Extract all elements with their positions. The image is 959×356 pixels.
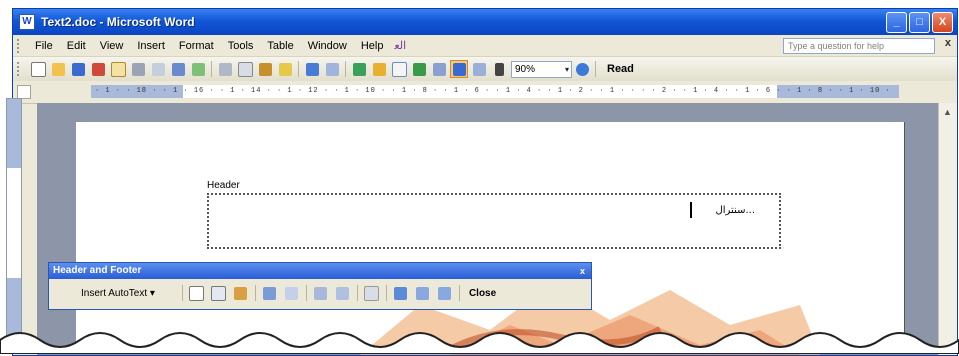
window-title: Text2.doc - Microsoft Word <box>41 15 195 29</box>
toolbar-separator <box>254 285 256 301</box>
permission-icon[interactable] <box>89 60 107 78</box>
tab-selector-icon[interactable] <box>17 85 31 99</box>
tables-borders-icon[interactable] <box>370 60 388 78</box>
research-icon[interactable] <box>189 60 207 78</box>
torn-edge-decoration <box>0 332 959 354</box>
scroll-up-icon[interactable]: ▲ <box>943 107 952 117</box>
minimize-button[interactable]: _ <box>886 12 907 33</box>
format-painter-icon[interactable] <box>276 60 294 78</box>
toolbar-separator <box>356 285 358 301</box>
show-hide-icon[interactable] <box>490 60 508 78</box>
menu-file[interactable]: File <box>28 40 60 52</box>
switch-header-footer-icon[interactable] <box>391 283 411 303</box>
save-icon[interactable] <box>69 60 87 78</box>
new-document-icon[interactable] <box>29 60 47 78</box>
document-close-icon[interactable]: x <box>945 37 951 49</box>
title-bar[interactable]: W Text2.doc - Microsoft Word _ □ X <box>13 9 957 35</box>
menu-table[interactable]: Table <box>260 40 300 52</box>
word-app-icon[interactable]: W <box>19 14 35 30</box>
spelling-icon[interactable] <box>169 60 187 78</box>
horizontal-ruler[interactable]: · 1 · · 18 · · 1 · 16 · · 1 · 14 · · 1 ·… <box>13 81 957 104</box>
undo-icon[interactable] <box>303 60 321 78</box>
close-header-footer-button[interactable]: Close <box>469 288 496 299</box>
toolbar-separator <box>181 285 183 301</box>
insert-excel-icon[interactable] <box>410 60 428 78</box>
redo-icon[interactable] <box>323 60 341 78</box>
toolbar-separator <box>305 285 307 301</box>
menu-arabic[interactable]: ﺍﻟﻌ <box>390 39 410 52</box>
cut-icon[interactable] <box>216 60 234 78</box>
email-icon[interactable] <box>109 60 127 78</box>
show-next-icon[interactable] <box>435 283 455 303</box>
insert-date-icon[interactable] <box>260 283 280 303</box>
chevron-down-icon[interactable]: ▾ <box>565 62 569 77</box>
show-hide-text-icon[interactable] <box>333 283 353 303</box>
insert-time-icon[interactable] <box>282 283 302 303</box>
copy-icon[interactable] <box>236 60 254 78</box>
toolbar-separator <box>345 61 346 77</box>
header-text[interactable]: ...سنترال <box>715 205 755 216</box>
menu-view[interactable]: View <box>93 40 131 52</box>
paste-icon[interactable] <box>256 60 274 78</box>
hyperlink-icon[interactable] <box>350 60 368 78</box>
format-page-number-icon[interactable] <box>231 283 251 303</box>
menu-tools[interactable]: Tools <box>221 40 261 52</box>
columns-icon[interactable] <box>430 60 448 78</box>
toolbar-close-icon[interactable]: x <box>580 263 585 279</box>
document-map-icon[interactable] <box>470 60 488 78</box>
header-area[interactable]: ...سنترال <box>207 193 781 249</box>
zoom-value: 90% <box>515 63 536 75</box>
text-cursor <box>690 202 692 218</box>
read-button[interactable]: Read <box>603 63 638 75</box>
insert-table-icon[interactable] <box>390 60 408 78</box>
header-label: Header <box>207 180 240 191</box>
header-footer-title: Header and Footer <box>53 265 142 276</box>
standard-toolbar: 90% ▾ Read <box>13 57 957 82</box>
help-icon[interactable] <box>573 60 591 78</box>
same-as-previous-icon[interactable] <box>362 283 382 303</box>
toolbar-separator <box>385 285 387 301</box>
toolbar-separator <box>211 61 212 77</box>
toolbar-separator <box>458 285 460 301</box>
menu-format[interactable]: Format <box>172 40 221 52</box>
header-footer-buttons: Insert AutoText ▾ Close <box>49 279 591 307</box>
menu-help[interactable]: Help <box>354 40 391 52</box>
toolbar-separator <box>298 61 299 77</box>
vertical-ruler-text-area <box>6 168 22 278</box>
insert-page-count-icon[interactable] <box>209 283 229 303</box>
header-footer-title-bar[interactable]: Header and Footer x <box>49 263 591 279</box>
toolbar-separator <box>595 61 596 77</box>
show-previous-icon[interactable] <box>413 283 433 303</box>
open-folder-icon[interactable] <box>49 60 67 78</box>
toolbar-grip[interactable] <box>17 62 22 76</box>
ruler-ticks: · 1 · · 18 · · 1 · 16 · · 1 · 14 · · 1 ·… <box>95 87 895 95</box>
menu-window[interactable]: Window <box>301 40 354 52</box>
window-controls: _ □ X <box>886 12 953 33</box>
print-icon[interactable] <box>129 60 147 78</box>
close-button[interactable]: X <box>932 12 953 33</box>
page-setup-icon[interactable] <box>311 283 331 303</box>
menu-edit[interactable]: Edit <box>60 40 93 52</box>
menu-bar: File Edit View Insert Format Tools Table… <box>13 35 957 57</box>
insert-autotext-button[interactable]: Insert AutoText ▾ <box>81 288 155 299</box>
drawing-icon[interactable] <box>450 60 468 78</box>
menu-insert[interactable]: Insert <box>130 40 172 52</box>
header-footer-toolbar: Header and Footer x Insert AutoText ▾ Cl… <box>48 262 592 310</box>
zoom-select[interactable]: 90% ▾ <box>511 60 572 78</box>
insert-page-number-icon[interactable] <box>187 283 207 303</box>
ask-question-input[interactable]: Type a question for help <box>783 38 935 54</box>
maximize-button[interactable]: □ <box>909 12 930 33</box>
menu-grip[interactable] <box>17 38 22 53</box>
print-preview-icon[interactable] <box>149 60 167 78</box>
